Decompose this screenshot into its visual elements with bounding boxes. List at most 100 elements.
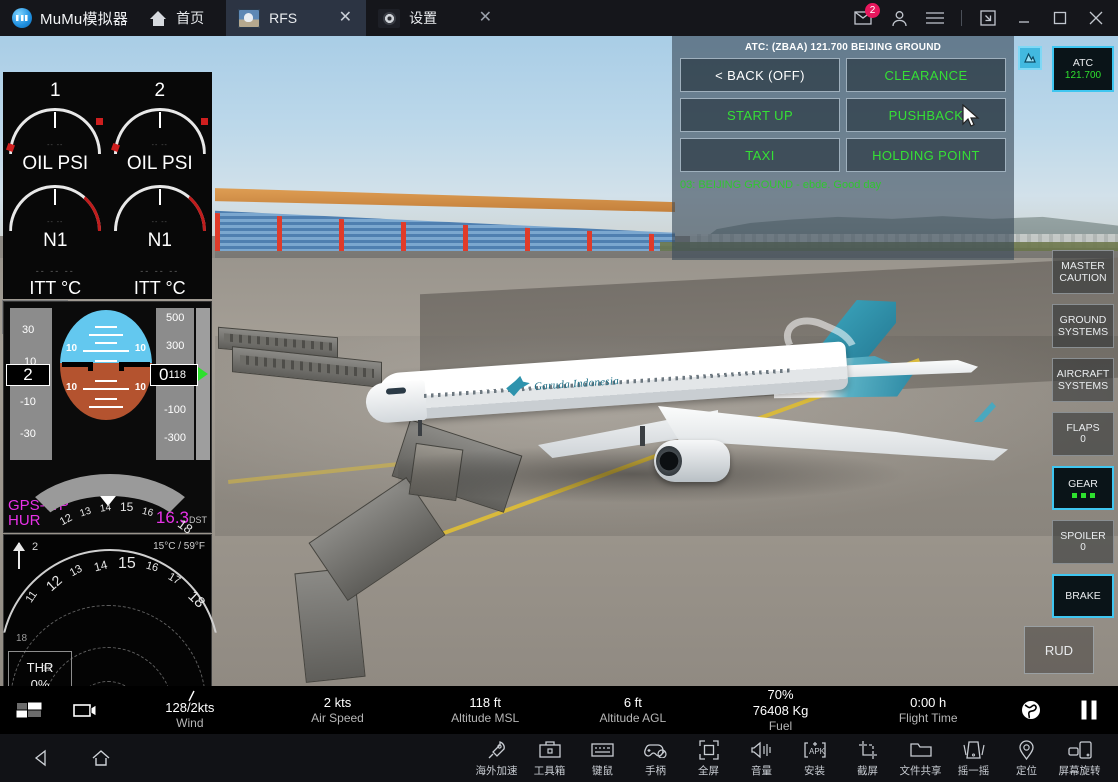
- nav-wind-value: 2: [32, 541, 39, 553]
- titlebar-divider: [961, 10, 962, 26]
- tool-keyboard-mouse-label: 键鼠: [592, 764, 613, 777]
- tool-gamepad[interactable]: 手柄: [629, 739, 682, 778]
- maximize-icon[interactable]: [1050, 8, 1070, 28]
- titlebar-actions: 2: [853, 0, 1118, 36]
- atc-startup-button[interactable]: START UP: [680, 98, 840, 132]
- aircraft-systems-button[interactable]: AIRCRAFT SYSTEMS: [1052, 358, 1114, 402]
- menu-icon[interactable]: [925, 8, 945, 28]
- tool-screen-rotate[interactable]: 屏幕旋转: [1053, 739, 1106, 778]
- camera-icon[interactable]: [58, 702, 116, 718]
- nav-hdg-15: 15: [118, 555, 136, 572]
- atc-panel: ATC: (ZBAA) 121.700 BEIJING GROUND < BAC…: [672, 36, 1014, 260]
- aircraft-reference-symbol: [62, 362, 150, 371]
- gear-button[interactable]: GEAR: [1052, 466, 1114, 510]
- rudder-button[interactable]: RUD: [1024, 626, 1094, 674]
- tool-volume[interactable]: 音量: [735, 739, 788, 778]
- status-fuel-label: Fuel: [768, 718, 793, 733]
- status-fuel-weight: 76408 Kg: [752, 702, 809, 718]
- flaps-label: FLAPS: [1066, 422, 1100, 434]
- status-air-speed-label: Air Speed: [311, 710, 364, 725]
- tool-toolbox-label: 工具箱: [533, 764, 566, 777]
- atc-message-log: 03: BEIJING GROUND - ebde. Good day: [680, 179, 882, 191]
- tool-file-share[interactable]: 文件共享: [894, 739, 947, 778]
- panel-toggle-icon[interactable]: [0, 702, 58, 718]
- spoiler-label: SPOILER: [1060, 530, 1106, 542]
- alt-tick-neg100: -100: [164, 404, 187, 416]
- engine-1-n1-gauge: -- --: [9, 185, 102, 231]
- game-viewport[interactable]: Garuda Indonesia ATC: (ZBAA) 121.700 BEI…: [0, 36, 1118, 734]
- status-altitude-agl-value: 6 ft: [623, 694, 642, 710]
- flaps-value: 0: [1080, 434, 1086, 445]
- pitch-scale-left-low-10: 10: [66, 382, 78, 393]
- tool-location[interactable]: 定位: [1000, 739, 1053, 778]
- tab-rfs-close-icon[interactable]: ✕: [335, 10, 356, 26]
- home-tab[interactable]: 首页: [142, 0, 226, 36]
- alt-tick-neg300: -300: [164, 432, 187, 444]
- fullscreen-icon: [698, 739, 719, 761]
- status-altitude-msl: 118 ft Altitude MSL: [411, 695, 559, 726]
- tool-install-apk[interactable]: APK 安装: [788, 739, 841, 778]
- atc-back-button[interactable]: < BACK (OFF): [680, 58, 840, 92]
- tool-overseas-accelerate-label: 海外加速: [475, 764, 518, 777]
- engine-nacelle: [654, 440, 730, 482]
- globe-icon[interactable]: [1002, 699, 1060, 721]
- atc-pushback-button[interactable]: PUSHBACK: [846, 98, 1006, 132]
- wind-arrow-icon: [13, 542, 25, 569]
- ground-systems-button[interactable]: GROUND SYSTEMS: [1052, 304, 1114, 348]
- close-icon[interactable]: [1086, 8, 1106, 28]
- gear-label: GEAR: [1068, 478, 1098, 490]
- terminal-roof: [215, 188, 675, 212]
- tool-fullscreen[interactable]: 全屏: [682, 739, 735, 778]
- tool-overseas-accelerate[interactable]: 海外加速: [470, 739, 523, 778]
- atc-clearance-button[interactable]: CLEARANCE: [846, 58, 1006, 92]
- engine-2-oil-label: OIL PSI: [126, 153, 193, 174]
- engine-1-itt-value: -- -- --: [35, 266, 75, 276]
- tab-settings[interactable]: 设置 ✕: [366, 0, 506, 36]
- sim-status-bar: 128/2kts Wind 2 kts Air Speed 118 ft Alt…: [0, 686, 1118, 734]
- map-icon[interactable]: [1018, 46, 1042, 70]
- multi-instance-icon[interactable]: [978, 8, 998, 28]
- status-fuel: 70% 76408 Kg Fuel: [707, 687, 855, 734]
- engine-2-oil-value: -- --: [151, 142, 168, 149]
- winglet: [974, 402, 996, 422]
- brand-name: MuMu模拟器: [40, 10, 129, 28]
- master-caution-button[interactable]: MASTER CAUTION: [1052, 250, 1114, 294]
- shake-icon: [962, 739, 986, 761]
- back-icon[interactable]: [28, 745, 54, 771]
- user-account-icon[interactable]: [889, 8, 909, 28]
- tool-volume-label: 音量: [751, 764, 772, 777]
- atc-taxi-button[interactable]: TAXI: [680, 138, 840, 172]
- tab-settings-close-icon[interactable]: ✕: [475, 10, 496, 26]
- pause-icon[interactable]: [1060, 700, 1118, 720]
- throttle-label: THR: [26, 660, 54, 675]
- spoiler-button[interactable]: SPOILER 0: [1052, 520, 1114, 564]
- home-tab-label: 首页: [176, 10, 205, 26]
- aircraft-systems-line2: SYSTEMS: [1057, 380, 1109, 392]
- atc-holding-point-button[interactable]: HOLDING POINT: [846, 138, 1006, 172]
- tool-screenshot[interactable]: 截屏: [841, 739, 894, 778]
- engine-2-number: 2: [154, 80, 166, 101]
- tool-keyboard-mouse[interactable]: 键鼠: [576, 739, 629, 778]
- tool-screen-rotate-label: 屏幕旋转: [1058, 764, 1101, 777]
- flaps-button[interactable]: FLAPS 0: [1052, 412, 1114, 456]
- minimize-icon[interactable]: [1014, 8, 1034, 28]
- home-icon[interactable]: [88, 745, 114, 771]
- pfd-hdg-14: 14: [99, 502, 112, 515]
- engine-1-n1-label: N1: [43, 230, 68, 251]
- alt-tick-300: 300: [166, 340, 185, 352]
- android-nav-buttons: [0, 745, 470, 771]
- tool-file-share-label: 文件共享: [899, 764, 942, 777]
- tab-rfs[interactable]: RFS ✕: [226, 0, 367, 36]
- mumu-logo-icon: [12, 8, 32, 28]
- emulator-tool-buttons: 海外加速 工具箱 键鼠 手柄 全屏 音量 APK 安装 截屏 文件共享 摇一摇 …: [470, 739, 1118, 778]
- tool-toolbox[interactable]: 工具箱: [523, 739, 576, 778]
- tool-shake[interactable]: 摇一摇: [947, 739, 1000, 778]
- vertical-speed-pointer: [198, 367, 208, 381]
- home-icon: [150, 10, 167, 26]
- brake-button[interactable]: BRAKE: [1052, 574, 1114, 618]
- primary-flight-display: 30 10 -10 -30 2 10 10 10 10 500 300 -100…: [3, 301, 212, 537]
- status-altitude-msl-value: 118 ft: [469, 694, 501, 710]
- message-icon[interactable]: 2: [853, 3, 880, 28]
- status-air-speed: 2 kts Air Speed: [264, 695, 412, 726]
- atc-toggle-button[interactable]: ATC 121.700: [1052, 46, 1114, 92]
